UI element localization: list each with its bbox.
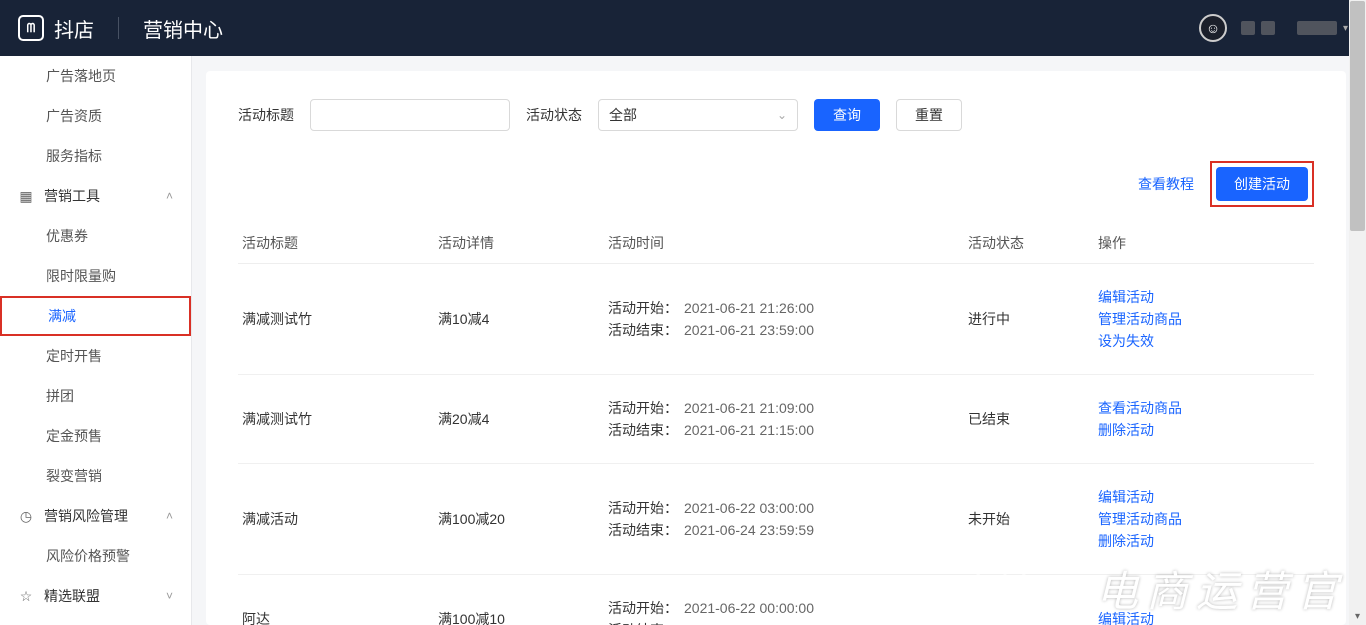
col-time: 活动时间: [608, 233, 968, 253]
create-activity-button[interactable]: 创建活动: [1216, 167, 1308, 201]
tutorial-link[interactable]: 查看教程: [1138, 174, 1194, 194]
op-link[interactable]: 管理活动商品: [1098, 308, 1314, 330]
chevron-down-icon: ⌄: [777, 108, 787, 122]
col-ops: 操作: [1098, 233, 1314, 253]
select-value: 全部: [609, 105, 637, 125]
op-link[interactable]: 管理活动商品: [1098, 508, 1314, 530]
clock-icon: ◷: [18, 508, 34, 524]
op-link[interactable]: 删除活动: [1098, 419, 1314, 441]
filter-title-label: 活动标题: [238, 105, 294, 125]
col-status: 活动状态: [968, 233, 1098, 253]
sidebar-item-full-reduction[interactable]: 满减: [0, 296, 191, 336]
cell-time: 活动开始：2021-06-22 03:00:00活动结束：2021-06-24 …: [608, 497, 968, 541]
sidebar-item-price-risk-alert[interactable]: 风险价格预警: [0, 536, 191, 576]
cell-status: 已结束: [968, 409, 1098, 429]
cell-time: 活动开始：2021-06-21 21:26:00活动结束：2021-06-21 …: [608, 297, 968, 341]
header-right: ☺ ▾: [1199, 14, 1348, 42]
filter-status-select[interactable]: 全部 ⌄: [598, 99, 798, 131]
sidebar-group-risk-management[interactable]: ◷ 营销风险管理 ˄: [0, 496, 191, 536]
table-row: 满减测试竹满10减4活动开始：2021-06-21 21:26:00活动结束：2…: [238, 264, 1314, 375]
sidebar-item-viral-marketing[interactable]: 裂变营销: [0, 456, 191, 496]
chevron-down-icon: ▾: [1343, 23, 1348, 34]
scroll-thumb[interactable]: [1350, 1, 1365, 231]
scroll-down-icon[interactable]: ▾: [1349, 608, 1366, 625]
sidebar-item-ad-qualification[interactable]: 广告资质: [0, 96, 191, 136]
module-title: 营销中心: [143, 14, 223, 43]
sidebar: 广告落地页 广告资质 服务指标 ▦ 营销工具 ˄ 优惠券 限时限量购 满减 定时…: [0, 56, 192, 625]
chevron-up-icon: ˄: [166, 189, 173, 203]
reset-button[interactable]: 重置: [896, 99, 962, 131]
sidebar-group-alliance[interactable]: ☆ 精选联盟 ˅: [0, 576, 191, 616]
chevron-down-icon: ˅: [166, 589, 173, 603]
cell-detail: 满20减4: [438, 409, 608, 429]
op-link[interactable]: 设为失效: [1098, 330, 1314, 352]
op-link[interactable]: 删除活动: [1098, 530, 1314, 552]
sidebar-item-group-buy[interactable]: 拼团: [0, 376, 191, 416]
logo-icon: ᗰ: [18, 15, 44, 41]
header-bar: ᗰ 抖店 营销中心 ☺ ▾: [0, 0, 1366, 56]
table-header: 活动标题 活动详情 活动时间 活动状态 操作: [238, 223, 1314, 264]
cell-time: 活动开始：2021-06-22 00:00:00活动结束：2021-06-24 …: [608, 597, 968, 625]
coupon-icon: ▦: [18, 188, 34, 204]
col-detail: 活动详情: [438, 233, 608, 253]
query-button[interactable]: 查询: [814, 99, 880, 131]
sidebar-group-marketing-tools[interactable]: ▦ 营销工具 ˄: [0, 176, 191, 216]
sidebar-item-flash-sale[interactable]: 限时限量购: [0, 256, 191, 296]
content: 活动标题 活动状态 全部 ⌄ 查询 重置 查看教程 创建活动 活动标题: [206, 71, 1346, 625]
op-link[interactable]: 编辑活动: [1098, 286, 1314, 308]
cell-time: 活动开始：2021-06-21 21:09:00活动结束：2021-06-21 …: [608, 397, 968, 441]
cell-title: 满减测试竹: [238, 409, 438, 429]
cell-ops: 编辑活动管理活动商品删除活动: [1098, 486, 1314, 552]
create-highlight-box: 创建活动: [1210, 161, 1314, 207]
chevron-up-icon: ˄: [166, 509, 173, 523]
cell-title: 满减测试竹: [238, 309, 438, 329]
logo-divider: [118, 17, 119, 39]
cell-status: 进行中: [968, 309, 1098, 329]
table-row: 满减活动满100减20活动开始：2021-06-22 03:00:00活动结束：…: [238, 464, 1314, 575]
cell-detail: 满100减20: [438, 509, 608, 529]
table-row: 满减测试竹满20减4活动开始：2021-06-21 21:09:00活动结束：2…: [238, 375, 1314, 464]
activity-table: 活动标题 活动详情 活动时间 活动状态 操作 满减测试竹满10减4活动开始：20…: [238, 223, 1314, 625]
sidebar-item-coupon[interactable]: 优惠券: [0, 216, 191, 256]
cell-detail: 满10减4: [438, 309, 608, 329]
cell-ops: 查看活动商品删除活动: [1098, 397, 1314, 441]
filter-status-label: 活动状态: [526, 105, 582, 125]
logo-text: 抖店: [54, 14, 94, 43]
user-info[interactable]: ▾: [1241, 21, 1348, 35]
cell-title: 满减活动: [238, 509, 438, 529]
filter-bar: 活动标题 活动状态 全部 ⌄ 查询 重置: [238, 99, 1314, 131]
cell-ops: 编辑活动: [1098, 608, 1314, 625]
avatar[interactable]: ☺: [1199, 14, 1227, 42]
op-link[interactable]: 编辑活动: [1098, 486, 1314, 508]
sidebar-item-landing-page[interactable]: 广告落地页: [0, 56, 191, 96]
scrollbar[interactable]: ▴ ▾: [1349, 0, 1366, 625]
sidebar-item-service-kpi[interactable]: 服务指标: [0, 136, 191, 176]
cell-status: 未开始: [968, 509, 1098, 529]
sidebar-item-scheduled-sale[interactable]: 定时开售: [0, 336, 191, 376]
op-link[interactable]: 编辑活动: [1098, 608, 1314, 625]
logo-block: ᗰ 抖店 营销中心: [18, 14, 223, 43]
op-link[interactable]: 查看活动商品: [1098, 397, 1314, 419]
sidebar-item-deposit-presale[interactable]: 定金预售: [0, 416, 191, 456]
table-row: 阿达满100减10活动开始：2021-06-22 00:00:00活动结束：20…: [238, 575, 1314, 625]
filter-title-input[interactable]: [310, 99, 510, 131]
cell-ops: 编辑活动管理活动商品设为失效: [1098, 286, 1314, 352]
action-row: 查看教程 创建活动: [238, 161, 1314, 207]
col-title: 活动标题: [238, 233, 438, 253]
cell-title: 阿达: [238, 609, 438, 625]
star-icon: ☆: [18, 588, 34, 604]
cell-detail: 满100减10: [438, 609, 608, 625]
